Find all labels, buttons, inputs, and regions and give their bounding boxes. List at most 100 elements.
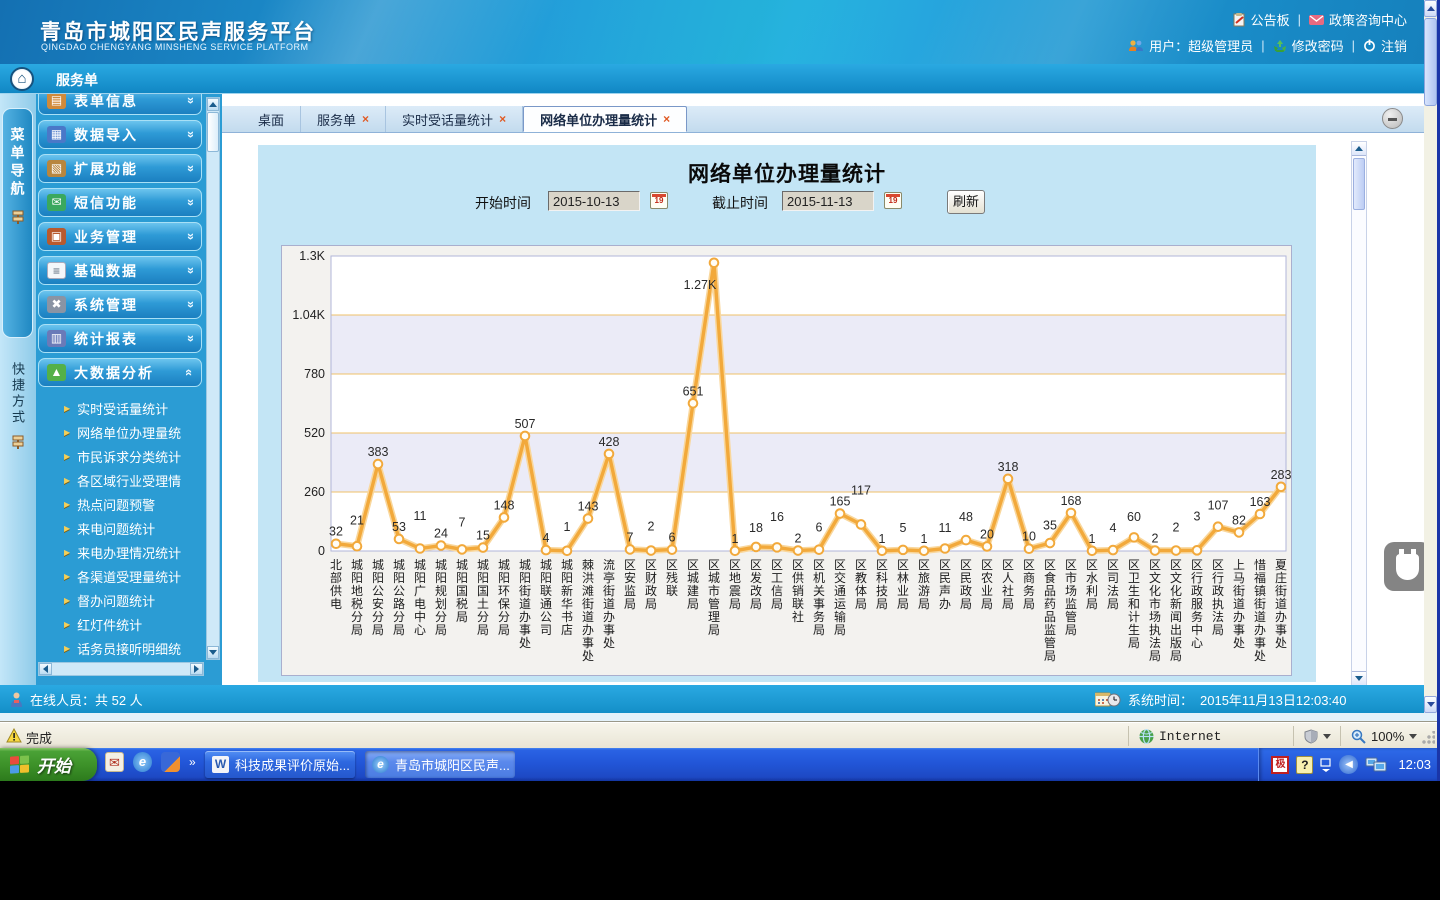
submenu-item[interactable]: 市民诉求分类统计 xyxy=(64,444,204,468)
report-panel: 网络单位办理量统计 开始时间 19 截止时间 19 刷新 02605207801… xyxy=(258,145,1316,682)
sidebar-item[interactable]: ▤表单信息« xyxy=(38,94,202,115)
quick-launch-more-icon[interactable]: » xyxy=(189,755,196,769)
svg-text:780: 780 xyxy=(304,367,325,381)
submenu-item[interactable]: 实时受话量统计 xyxy=(64,396,204,420)
x-axis-label: 区文化市场执法局 xyxy=(1145,559,1165,671)
sidebar-horizontal-scrollbar[interactable] xyxy=(38,662,204,676)
minimize-panel-button[interactable] xyxy=(1382,108,1403,129)
tab-实时受话量统计[interactable]: 实时受话量统计× xyxy=(386,106,523,132)
scroll-down-button[interactable] xyxy=(207,646,219,659)
home-icon[interactable]: ⌂ xyxy=(10,67,34,91)
sidebar-item[interactable]: ▲大数据分析« xyxy=(38,358,202,387)
refresh-button[interactable]: 刷新 xyxy=(947,190,985,214)
taskbar-task-button[interactable]: W科技成果评价原始... xyxy=(205,751,355,778)
submenu-item[interactable]: 红灯件统计 xyxy=(64,612,204,636)
submenu-item[interactable]: 各渠道受理量统计 xyxy=(64,564,204,588)
media-player-icon[interactable] xyxy=(161,752,180,772)
svg-text:11: 11 xyxy=(414,509,427,523)
user-info[interactable]: 用户：超级管理员 xyxy=(1128,36,1253,55)
form-info-icon: ▤ xyxy=(47,94,66,109)
start-time-input[interactable] xyxy=(548,191,640,211)
submenu-item[interactable]: 网络单位办理量统 xyxy=(64,420,204,444)
change-password-link[interactable]: 修改密码 xyxy=(1273,36,1344,55)
x-axis-label: 上马街道办事处 xyxy=(1229,559,1249,671)
browser-scrollbar[interactable] xyxy=(1424,0,1437,713)
chevron-down-icon: « xyxy=(182,97,197,104)
submenu-item-label: 各渠道受理量统计 xyxy=(77,567,181,586)
scroll-up-button[interactable] xyxy=(1424,0,1437,17)
end-calendar-button[interactable]: 19 xyxy=(884,192,902,209)
start-label: 开始 xyxy=(37,752,71,777)
menu-nav-label: 菜单导航 xyxy=(8,127,28,199)
x-axis-label: 区民政局 xyxy=(956,559,976,671)
system-time-label: 系统时间： xyxy=(1128,690,1193,709)
sidebar-item[interactable]: ▧扩展功能« xyxy=(38,154,202,183)
person-icon xyxy=(10,692,23,707)
zoom-cell[interactable]: 100% xyxy=(1340,726,1425,746)
scroll-down-button[interactable] xyxy=(1424,696,1437,713)
bulletin-link[interactable]: 公告板 xyxy=(1232,10,1290,29)
start-button[interactable]: 开始 xyxy=(0,748,97,781)
submenu-item[interactable]: 来电问题统计 xyxy=(64,516,204,540)
sidebar-item-label: 统计报表 xyxy=(74,329,178,349)
protected-mode-cell[interactable] xyxy=(1293,726,1335,746)
svg-text:2: 2 xyxy=(648,519,655,533)
tab-网络单位办理量统计[interactable]: 网络单位办理量统计× xyxy=(523,106,687,132)
magnifier-icon xyxy=(1351,729,1366,744)
tab-close-icon[interactable]: × xyxy=(499,112,506,126)
sidebar-menu: ▤表单信息« ▦数据导入« ▧扩展功能« ✉短信功能« ▣业务管理« ≡基础数据« ✖系统管… xyxy=(38,94,204,713)
chevron-down-icon: « xyxy=(182,301,197,308)
scroll-thumb[interactable] xyxy=(1353,158,1365,210)
ime-toolbar-icon[interactable] xyxy=(1320,758,1332,772)
submenu-item[interactable]: 各区域行业受理情 xyxy=(64,468,204,492)
tab-close-icon[interactable]: × xyxy=(663,112,670,126)
scroll-left-button[interactable] xyxy=(39,663,52,675)
letter-icon[interactable]: ✉ xyxy=(105,752,124,772)
svg-text:318: 318 xyxy=(998,460,1019,474)
header-links-bottom: 用户：超级管理员 | 修改密码 | 注销 xyxy=(1128,36,1407,55)
submenu-item[interactable]: 热点问题预警 xyxy=(64,492,204,516)
internet-explorer-icon[interactable]: e xyxy=(133,752,152,772)
taskbar-task-button[interactable]: e青岛市城阳区民声... xyxy=(365,751,515,778)
scroll-down-button[interactable] xyxy=(1352,671,1366,685)
logout-link[interactable]: 注销 xyxy=(1363,36,1407,55)
x-axis-label: 夏庄街道办事处 xyxy=(1271,559,1291,671)
x-axis-label: 城阳联通公司 xyxy=(536,559,556,671)
sidebar-vertical-scrollbar[interactable] xyxy=(206,97,220,660)
shortcuts-tab[interactable]: 快捷方式 xyxy=(8,362,27,450)
sidebar-item[interactable]: ▦数据导入« xyxy=(38,120,202,149)
sidebar-item[interactable]: ≡基础数据« xyxy=(38,256,202,285)
menu-nav-tab[interactable]: 菜单导航 xyxy=(2,108,33,338)
tab-桌面[interactable]: 桌面 xyxy=(242,106,301,132)
sidebar-item[interactable]: ✖系统管理« xyxy=(38,290,202,319)
sidebar-item[interactable]: ▥统计报表« xyxy=(38,324,202,353)
tab-close-icon[interactable]: × xyxy=(362,112,369,126)
chevron-down-icon: « xyxy=(182,335,197,342)
collapse-tray-icon[interactable]: ◀ xyxy=(1339,755,1358,774)
sidebar-item[interactable]: ✉短信功能« xyxy=(38,188,202,217)
x-axis-label: 区食品药品监管局 xyxy=(1040,559,1060,671)
ime-help-icon[interactable]: ? xyxy=(1296,756,1313,774)
svg-text:21: 21 xyxy=(350,514,364,528)
start-calendar-button[interactable]: 19 xyxy=(650,192,668,209)
sidebar-item[interactable]: ▣业务管理« xyxy=(38,222,202,251)
main-content: 桌面服务单×实时受话量统计×网络单位办理量统计× 网络单位办理量统计 开始时间 … xyxy=(222,94,1437,713)
mail-icon xyxy=(1309,14,1324,26)
submenu-item[interactable]: 话务员接听明细统 xyxy=(64,636,204,660)
svg-text:0: 0 xyxy=(318,544,325,558)
panel-scrollbar[interactable] xyxy=(1351,141,1367,686)
business-icon: ▣ xyxy=(47,228,66,245)
scroll-thumb[interactable] xyxy=(1424,18,1437,106)
scroll-up-button[interactable] xyxy=(207,98,219,111)
input-method-seal-icon[interactable]: 极 xyxy=(1271,756,1289,774)
submenu-item[interactable]: 督办问题统计 xyxy=(64,588,204,612)
policy-center-link[interactable]: 政策咨询中心 xyxy=(1309,10,1407,29)
network-icon[interactable] xyxy=(1365,756,1387,773)
scroll-right-button[interactable] xyxy=(190,663,203,675)
submenu-item[interactable]: 来电办理情况统计 xyxy=(64,540,204,564)
tab-服务单[interactable]: 服务单× xyxy=(301,106,386,132)
resize-grip[interactable] xyxy=(1421,731,1435,745)
end-time-input[interactable] xyxy=(782,191,874,211)
scroll-up-button[interactable] xyxy=(1352,142,1366,156)
scroll-thumb[interactable] xyxy=(207,112,219,152)
